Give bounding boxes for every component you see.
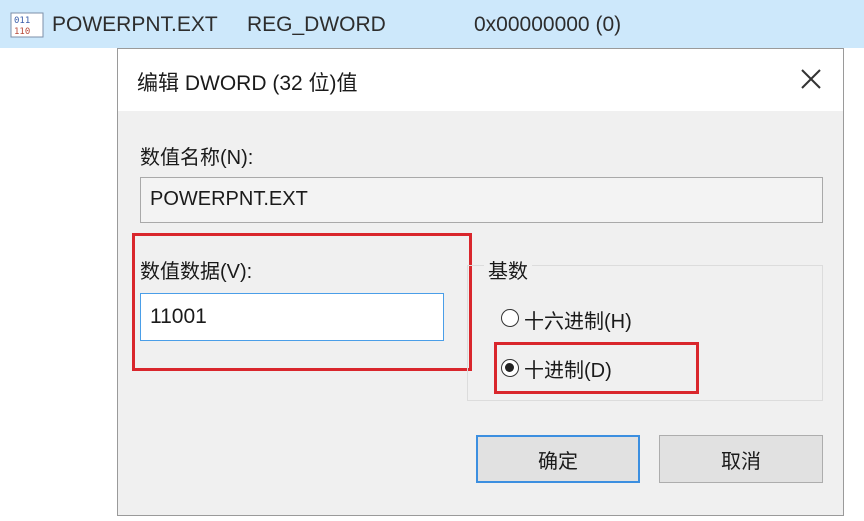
base-label: 基数 xyxy=(484,255,532,284)
edit-dword-dialog: 编辑 DWORD (32 位)值 数值名称(N): POWERPNT.EXT 数… xyxy=(117,48,844,516)
screenshot-root: 011 110 POWERPNT.EXT REG_DWORD 0x0000000… xyxy=(0,0,864,521)
svg-text:110: 110 xyxy=(14,27,30,37)
value-data-input[interactable]: 11001 xyxy=(140,293,444,341)
registry-value-icon: 011 110 xyxy=(10,12,44,38)
dialog-titlebar[interactable]: 编辑 DWORD (32 位)值 xyxy=(118,49,843,111)
registry-value-name: POWERPNT.EXT xyxy=(52,13,218,36)
base-groupbox xyxy=(467,265,823,401)
cancel-button[interactable]: 取消 xyxy=(659,435,823,483)
registry-value-row[interactable]: 011 110 POWERPNT.EXT REG_DWORD 0x0000000… xyxy=(0,0,864,48)
registry-value-type: REG_DWORD xyxy=(247,13,386,36)
dialog-title: 编辑 DWORD (32 位)值 xyxy=(137,72,358,95)
decimal-radio-label[interactable]: 十进制(D) xyxy=(524,354,612,383)
value-data-label: 数值数据(V): xyxy=(140,261,253,283)
registry-value-data: 0x00000000 (0) xyxy=(474,13,622,36)
ok-button[interactable]: 确定 xyxy=(476,435,640,483)
hexadecimal-radio[interactable] xyxy=(501,309,519,327)
svg-text:011: 011 xyxy=(14,16,30,26)
close-icon[interactable] xyxy=(793,61,829,97)
value-name-label: 数值名称(N): xyxy=(140,147,254,169)
hexadecimal-radio-label[interactable]: 十六进制(H) xyxy=(524,305,632,334)
decimal-radio[interactable] xyxy=(501,359,519,377)
value-name-field[interactable]: POWERPNT.EXT xyxy=(140,177,823,223)
